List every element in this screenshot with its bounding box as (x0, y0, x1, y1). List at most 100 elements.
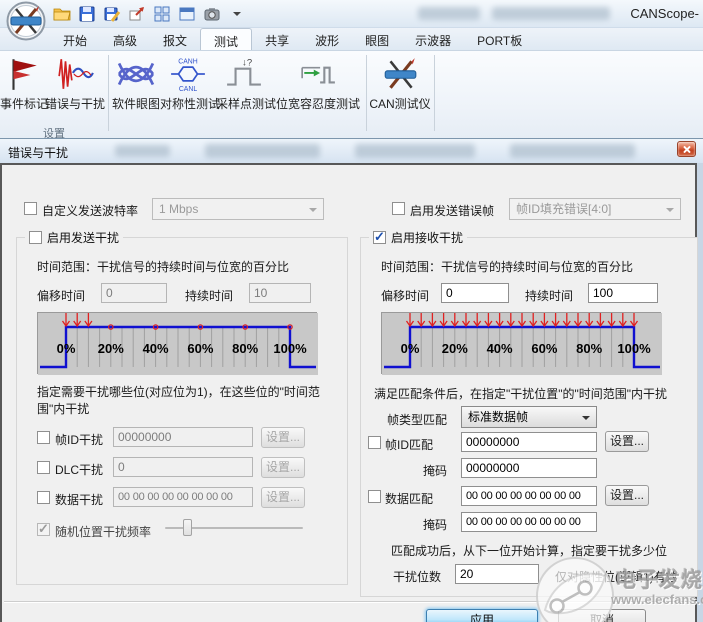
svg-text:20%: 20% (98, 341, 124, 356)
dlc-settings-button[interactable]: 设置... (261, 457, 305, 478)
ribbon-item-label: 位宽容忍度测试 (275, 97, 360, 111)
slider-handle[interactable] (182, 519, 192, 536)
tab-test[interactable]: 测试 (200, 28, 253, 50)
tab-message[interactable]: 报文 (150, 28, 200, 50)
canscope-window: CANScope- 开始 高级 报文 测试 共享 波形 眼图 示波器 PORT板… (0, 0, 703, 622)
chevron-down-icon (582, 416, 590, 424)
sample-point-test-button[interactable]: ↓? 采样点测试 (216, 53, 276, 119)
svg-text:60%: 60% (531, 341, 557, 356)
more-icon[interactable] (227, 4, 247, 24)
tab-port-board[interactable]: PORT板 (464, 28, 535, 50)
ribbon-item-label: 错误与干扰 (44, 97, 105, 111)
send-interference-group: 启用发送干扰 时间范围：干扰信号的持续时间与位宽的百分比 偏移时间 持续时间 0… (16, 230, 348, 585)
dlc-interference-label: DLC干扰 (55, 463, 104, 477)
interference-wave-icon (56, 55, 94, 93)
frame-id-settings-button[interactable]: 设置... (261, 427, 305, 448)
cancel-button[interactable]: 取消 (558, 609, 646, 622)
save-icon[interactable] (77, 4, 97, 24)
data-match-input[interactable] (461, 486, 597, 506)
interference-bits-input[interactable] (455, 564, 539, 584)
offset-time-input[interactable] (441, 283, 509, 303)
svg-text:80%: 80% (232, 341, 258, 356)
frame-id-interference-input[interactable] (113, 427, 253, 447)
ribbon-item-label: 软件眼图 (112, 97, 161, 111)
save-edit-icon[interactable] (102, 4, 122, 24)
dialog-title: 错误与干扰 (8, 146, 69, 160)
open-folder-icon[interactable] (52, 4, 72, 24)
offset-time-label: 偏移时间 (37, 289, 86, 303)
tab-advanced[interactable]: 高级 (100, 28, 150, 50)
redacted-title-text (418, 7, 480, 20)
svg-text:80%: 80% (576, 341, 602, 356)
can-tester-button[interactable]: CAN测试仪 (368, 53, 432, 119)
svg-text:40%: 40% (487, 341, 513, 356)
tab-waveform[interactable]: 波形 (302, 28, 352, 50)
duration-input[interactable] (588, 283, 658, 303)
tab-eye-diagram[interactable]: 眼图 (352, 28, 402, 50)
duration-input[interactable] (249, 283, 311, 303)
enable-send-interference-checkbox[interactable] (29, 231, 42, 244)
application-menu-button[interactable] (6, 1, 46, 41)
data-match-settings-button[interactable]: 设置... (605, 485, 649, 506)
tile-windows-icon[interactable] (152, 4, 172, 24)
svg-text:100%: 100% (617, 341, 651, 356)
dlc-interference-checkbox[interactable] (37, 461, 50, 474)
duration-label: 持续时间 (525, 289, 574, 303)
frame-id-match-settings-button[interactable]: 设置... (605, 431, 649, 452)
redacted-background (115, 145, 170, 157)
frame-type-match-label: 帧类型匹配 (387, 413, 448, 427)
send-error-frame-label: 启用发送错误帧 (410, 204, 495, 218)
data-interference-checkbox[interactable] (37, 491, 50, 504)
error-interference-dialog: 错误与干扰 自定义发送波特率 1 Mbps 启用发送错误帧 帧ID填充错误[4:… (0, 138, 703, 622)
window-icon[interactable] (177, 4, 197, 24)
data-interference-input[interactable] (113, 487, 253, 507)
data-interference-label: 数据干扰 (55, 493, 104, 507)
custom-baud-checkbox[interactable] (24, 202, 37, 215)
apply-button[interactable]: 应用 (426, 609, 538, 622)
ribbon: 事件标记 错误与干扰 软件眼图 CANH CANL 对称性测试 ↓? 采样点测试 (0, 50, 703, 140)
frame-id-interference-checkbox[interactable] (37, 431, 50, 444)
svg-text:0%: 0% (401, 341, 420, 356)
data-match-label: 数据匹配 (385, 492, 434, 506)
software-eye-button[interactable]: 软件眼图 (112, 53, 160, 119)
data-mask-label: 掩码 (423, 518, 448, 532)
baud-rate-select[interactable]: 1 Mbps (152, 198, 324, 220)
camera-icon[interactable] (202, 4, 222, 24)
id-mask-input[interactable] (461, 458, 597, 478)
tab-share[interactable]: 共享 (252, 28, 302, 50)
frame-id-match-input[interactable] (461, 432, 597, 452)
receive-interference-group: 启用接收干扰 时间范围：干扰信号的持续时间与位宽的百分比 偏移时间 持续时间 0… (360, 229, 698, 597)
tab-oscilloscope[interactable]: 示波器 (402, 28, 464, 50)
custom-baud-label: 自定义发送波特率 (42, 204, 139, 218)
random-frequency-slider[interactable] (165, 519, 303, 537)
bit-select-hint: 指定需要干扰哪些位(对应位为1)，在这些位的"时间范围"内干扰 (37, 385, 320, 416)
bit-width-tolerance-test-button[interactable]: 位宽容忍度测试 (272, 53, 364, 119)
data-match-checkbox[interactable] (368, 490, 381, 503)
close-icon[interactable] (677, 141, 696, 157)
frame-id-match-checkbox[interactable] (368, 436, 381, 449)
error-interference-button[interactable]: 错误与干扰 (44, 53, 106, 119)
dlc-interference-input[interactable] (113, 457, 253, 477)
frame-type-select[interactable]: 标准数据帧 (461, 406, 597, 428)
data-mask-input[interactable] (461, 512, 597, 532)
symmetry-test-button[interactable]: CANH CANL 对称性测试 (160, 53, 220, 119)
data-settings-button[interactable]: 设置... (261, 487, 305, 508)
redacted-title-text (492, 7, 610, 20)
chevron-down-icon (666, 208, 674, 216)
random-position-checkbox[interactable] (37, 521, 50, 537)
offset-time-input[interactable] (101, 283, 167, 303)
error-frame-type-select[interactable]: 帧ID填充错误[4:0] (509, 198, 681, 220)
dialog-titlebar[interactable]: 错误与干扰 (0, 138, 703, 163)
export-icon[interactable] (127, 4, 147, 24)
event-mark-button[interactable]: 事件标记 (0, 53, 48, 119)
svg-text:100%: 100% (273, 341, 307, 356)
svg-text:0%: 0% (57, 341, 76, 356)
send-interference-timing-graph: 0% 20% 40% 60% 80% 100% (37, 312, 318, 375)
flag-icon (4, 55, 42, 93)
ribbon-tab-bar: 开始 高级 报文 测试 共享 波形 眼图 示波器 PORT板 (0, 28, 703, 50)
enable-receive-interference-checkbox[interactable] (373, 229, 386, 245)
frame-id-match-label: 帧ID匹配 (385, 438, 434, 452)
tab-start[interactable]: 开始 (50, 28, 100, 50)
send-error-frame-checkbox[interactable] (392, 202, 405, 215)
svg-text:CANL: CANL (179, 86, 197, 93)
